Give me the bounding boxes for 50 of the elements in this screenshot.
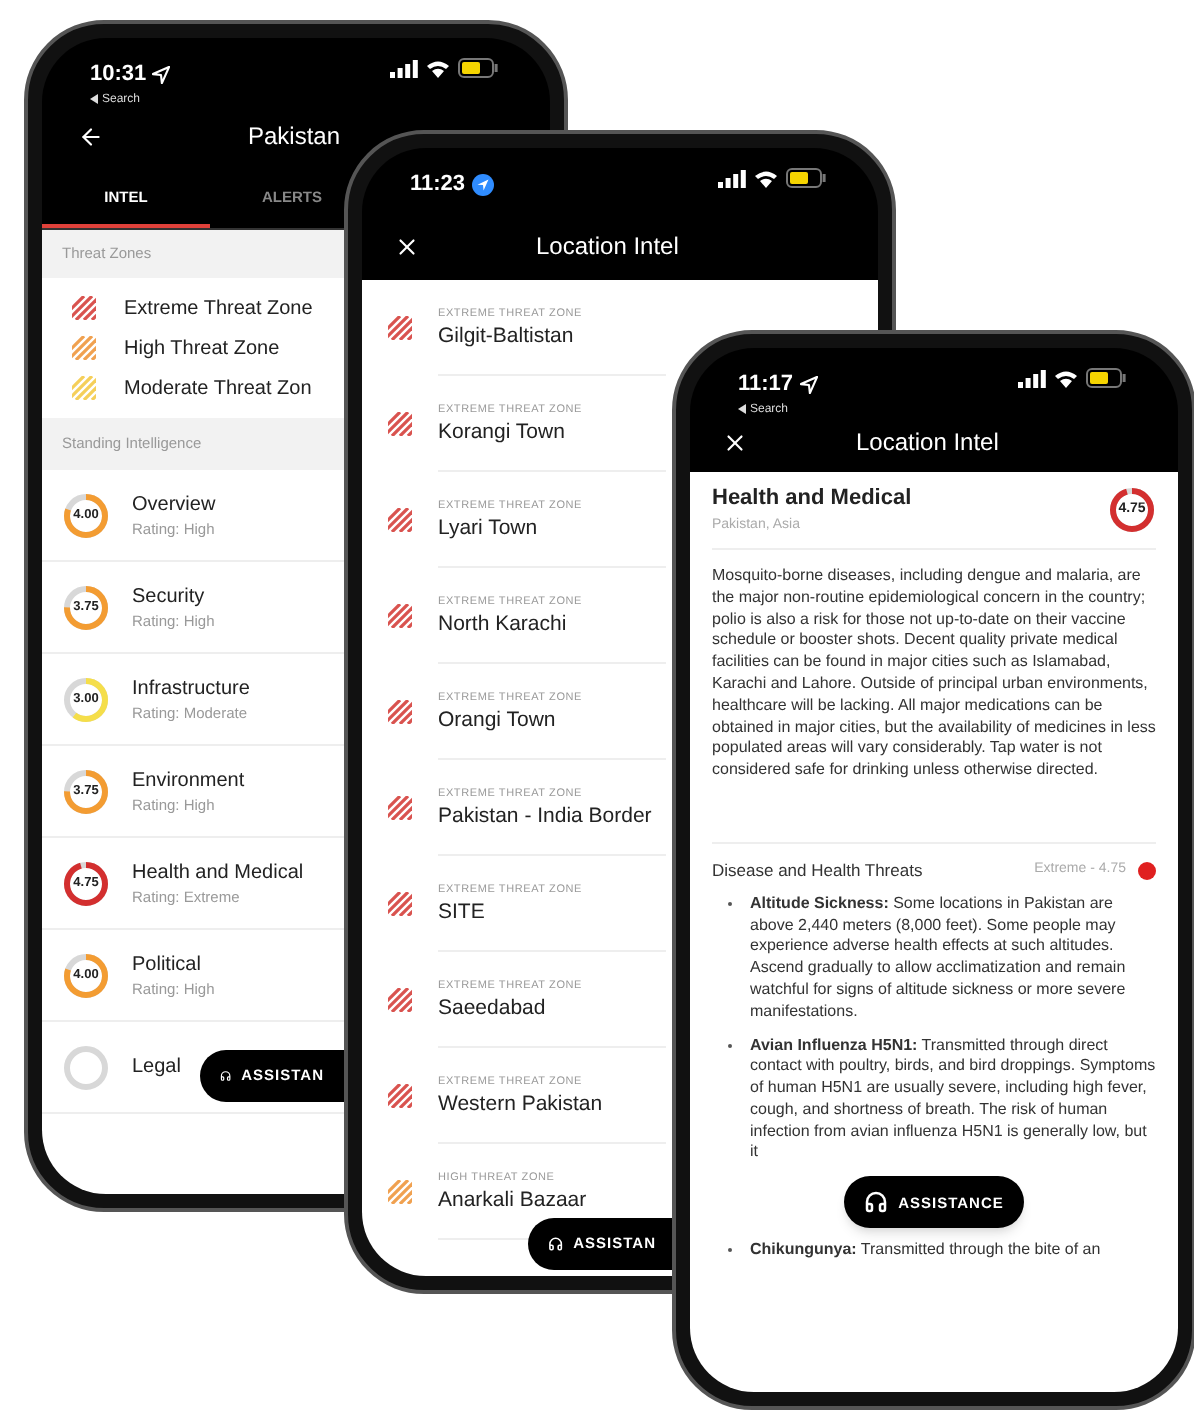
rating-gauge xyxy=(62,1043,110,1091)
screen-title: Pakistan xyxy=(248,120,341,154)
back-triangle-icon[interactable] xyxy=(90,94,98,104)
zone-name: Lyari Town xyxy=(438,513,538,541)
threat-paragraph: Altitude Sickness: Some locations in Pakistan are above 2,440 meters (8,000 feet). Some people may experience adverse health effects at such altitudes. Ascend gradually to allow acclimatization and remain watchful for signs of altitude sickness or more severe manifestations. xyxy=(750,893,1128,1023)
wifi-icon xyxy=(426,59,450,77)
headphones-icon xyxy=(548,1232,564,1256)
close-icon[interactable] xyxy=(394,233,420,259)
threat-paragraph: Avian Influenza H5N1: Transmitted through direct contact with poultry, birds, and bird droppings. Symptoms of human H5N1 are usually severe, including high fever, cough, and shortness of breath. The risk of human infection from avian influenza H5N1 is generally low, but it xyxy=(750,1035,1156,1165)
category-name: Political xyxy=(132,951,203,977)
zone-name: Pakistan - India Border xyxy=(438,801,652,829)
legend-label: Moderate Threat Zon xyxy=(124,375,312,403)
battery-icon xyxy=(786,168,826,188)
status-time: 11:17 xyxy=(738,370,794,400)
threat-paragraph: Chikungunya: Transmitted through the bite of an xyxy=(750,1240,1101,1263)
status-time: 10:31 xyxy=(90,60,147,90)
category-name: Security xyxy=(132,583,207,609)
zone-name: Anarkali Bazaar xyxy=(438,1185,587,1213)
zone-name: North Karachi xyxy=(438,609,567,637)
battery-icon xyxy=(458,58,498,78)
location-arrow-icon xyxy=(152,65,171,84)
detail-heading: Health and Medical xyxy=(712,484,912,514)
location-arrow-icon xyxy=(799,375,818,394)
back-arrow-icon[interactable] xyxy=(78,123,104,149)
back-triangle-icon[interactable] xyxy=(738,404,746,414)
signal-icon xyxy=(718,169,746,187)
description-paragraph: Mosquito-borne diseases, including dengue and malaria, are the major non-routine epidemiological concern in the country; polio is also a risk for those not up-to-date on their vaccine schedule or booster shots. Decent quality private medical facilities can be found in major cities such as Islamabad, Karachi and Lahore. Outside of principal urban environments, healthcare will be lacking. All major medications can be obtained in major cities, but the availability of medicines in less populated areas will vary considerably. Tap water is not considered safe for drinking unless otherwise directed. xyxy=(712,550,1156,844)
category-name: Overview xyxy=(132,491,216,517)
legend-label: Extreme Threat Zone xyxy=(124,295,313,323)
zone-name: Gilgit-Baltistan xyxy=(438,321,574,349)
category-name: Legal xyxy=(132,1054,181,1080)
battery-icon xyxy=(1086,368,1126,388)
category-name: Environment xyxy=(132,767,245,793)
category-name: Health and Medical xyxy=(132,859,304,885)
location-badge-icon xyxy=(471,173,494,196)
zone-name: SITE xyxy=(438,897,485,925)
zone-name: Orangi Town xyxy=(438,705,556,733)
close-icon[interactable] xyxy=(722,429,748,455)
zone-name: Saeedabad xyxy=(438,993,546,1021)
zone-name: Western Pakistan xyxy=(438,1089,603,1117)
wifi-icon xyxy=(1054,369,1078,387)
signal-icon xyxy=(390,59,418,77)
status-time: 11:23 xyxy=(410,170,466,200)
screen-title: Location Intel xyxy=(856,426,999,460)
section-title: Disease and Health Threats xyxy=(712,857,923,884)
legend-label: High Threat Zone xyxy=(124,335,280,363)
signal-icon xyxy=(1018,369,1046,387)
wifi-icon xyxy=(754,169,778,187)
headphones-icon xyxy=(864,1190,889,1215)
category-name: Infrastructure xyxy=(132,675,250,701)
